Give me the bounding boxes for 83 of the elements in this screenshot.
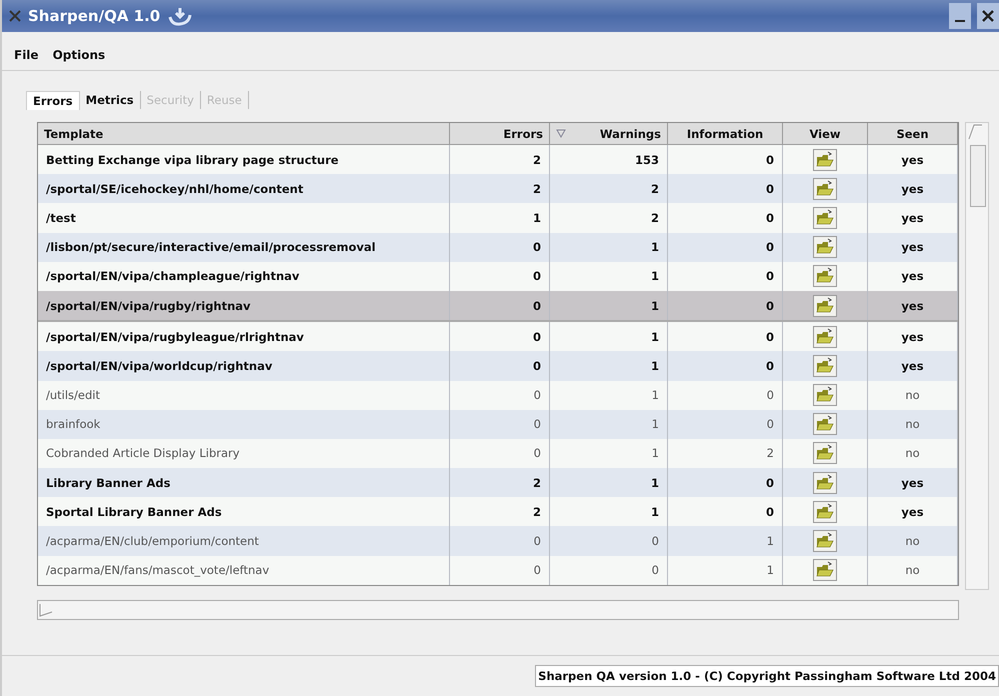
close-button[interactable] (977, 3, 999, 29)
horizontal-scrollbar[interactable] (37, 600, 959, 620)
table-cell: 1 (668, 556, 783, 585)
x-icon (8, 9, 22, 23)
folder-icon[interactable] (813, 384, 837, 406)
table-row[interactable]: /acparma/EN/club/emporium/content 0 0 1 no (38, 526, 958, 556)
table-cell: 0 (668, 232, 783, 262)
folder-icon[interactable] (813, 148, 837, 171)
table-cell: 0 (450, 556, 550, 585)
folder-icon[interactable] (813, 206, 837, 229)
table-cell: /acparma/EN/club/emporium/content (38, 526, 450, 556)
table-cell: 2 (550, 174, 668, 204)
folder-icon[interactable] (813, 236, 837, 258)
table-cell: 0 (668, 351, 783, 380)
table-cell: yes (868, 232, 958, 262)
column-header[interactable]: Errors (450, 123, 550, 144)
status-text: Sharpen QA version 1.0 - (C) Copyright Passingham Software Ltd 2004 (535, 665, 999, 687)
table-cell: yes (868, 290, 958, 320)
column-header[interactable]: Information (668, 123, 783, 144)
folder-icon[interactable] (813, 472, 837, 494)
table-cell: 2 (450, 468, 550, 498)
minimize-icon (955, 20, 965, 22)
table-row[interactable]: /sportal/EN/vipa/rugby/rightnav 0 1 0 yes (38, 290, 958, 322)
table-cell: 0 (450, 232, 550, 262)
table-cell: 2 (450, 174, 550, 204)
table-cell: 1 (668, 526, 783, 556)
table-cell: yes (868, 468, 958, 498)
table-cell: 1 (550, 351, 668, 380)
table-cell: 0 (450, 290, 550, 320)
table-cell: 0 (550, 556, 668, 585)
menu-item[interactable]: File (14, 48, 39, 62)
table-cell: yes (868, 351, 958, 380)
table-row[interactable]: /acparma/EN/fans/mascot_vote/leftnav 0 0 1 no (38, 556, 958, 585)
table-cell: 0 (668, 290, 783, 320)
table-cell: /acparma/EN/fans/mascot_vote/leftnav (38, 556, 450, 585)
column-header[interactable]: Warnings (550, 123, 668, 144)
scroll-thumb[interactable] (970, 145, 986, 207)
folder-icon[interactable] (813, 178, 837, 200)
table-cell: Library Banner Ads (38, 468, 450, 498)
table-cell: no (868, 556, 958, 585)
column-header[interactable]: Seen (868, 123, 958, 144)
table-row[interactable]: brainfook 0 1 0 no (38, 410, 958, 439)
table-cell: 1 (550, 410, 668, 439)
table-cell: 1 (550, 468, 668, 498)
folder-icon[interactable] (813, 354, 837, 377)
folder-icon[interactable] (813, 413, 837, 436)
table-cell: brainfook (38, 410, 450, 439)
folder-icon[interactable] (813, 294, 837, 317)
table-cell: /sportal/EN/vipa/worldcup/rightnav (38, 351, 450, 380)
folder-icon[interactable] (813, 559, 837, 582)
table-cell: 0 (550, 526, 668, 556)
folder-icon[interactable] (813, 442, 837, 464)
folder-icon[interactable] (813, 500, 837, 523)
table-row[interactable]: /lisbon/pt/secure/interactive/email/processremoval 0 1 0 yes (38, 232, 958, 262)
table-cell: 0 (450, 351, 550, 380)
minimize-button[interactable] (949, 3, 971, 29)
window-title: Sharpen/QA 1.0 (28, 7, 160, 25)
folder-icon[interactable] (813, 265, 837, 288)
table-cell: /lisbon/pt/secure/interactive/email/processremoval (38, 232, 450, 262)
tab[interactable]: Metrics (80, 91, 141, 109)
table-row[interactable]: /sportal/SE/icehockey/nhl/home/content 2 2 0 yes (38, 174, 958, 204)
table-cell: /sportal/SE/icehockey/nhl/home/content (38, 174, 450, 204)
table-cell: 0 (668, 174, 783, 204)
menu-item[interactable]: Options (52, 48, 106, 62)
table-cell: yes (868, 174, 958, 204)
table-cell: 1 (550, 232, 668, 262)
folder-icon[interactable] (813, 530, 837, 552)
table-cell: no (868, 526, 958, 556)
table-row[interactable]: /sportal/EN/vipa/worldcup/rightnav 0 1 0 yes (38, 351, 958, 380)
column-header[interactable]: Template (38, 123, 450, 144)
table-cell: 0 (668, 410, 783, 439)
table-row[interactable]: Library Banner Ads 2 1 0 yes (38, 468, 958, 498)
folder-icon[interactable] (813, 326, 837, 348)
table-cell: /sportal/EN/vipa/rugby/rightnav (38, 290, 450, 320)
vertical-scrollbar[interactable] (965, 122, 989, 590)
table-cell: 0 (668, 468, 783, 498)
table-cell: no (868, 410, 958, 439)
table-cell: 0 (450, 410, 550, 439)
column-header[interactable]: View (783, 123, 868, 144)
table-cell: 1 (550, 290, 668, 320)
table-cell: 0 (450, 526, 550, 556)
tab[interactable]: Errors (26, 90, 80, 110)
close-icon (981, 9, 995, 23)
